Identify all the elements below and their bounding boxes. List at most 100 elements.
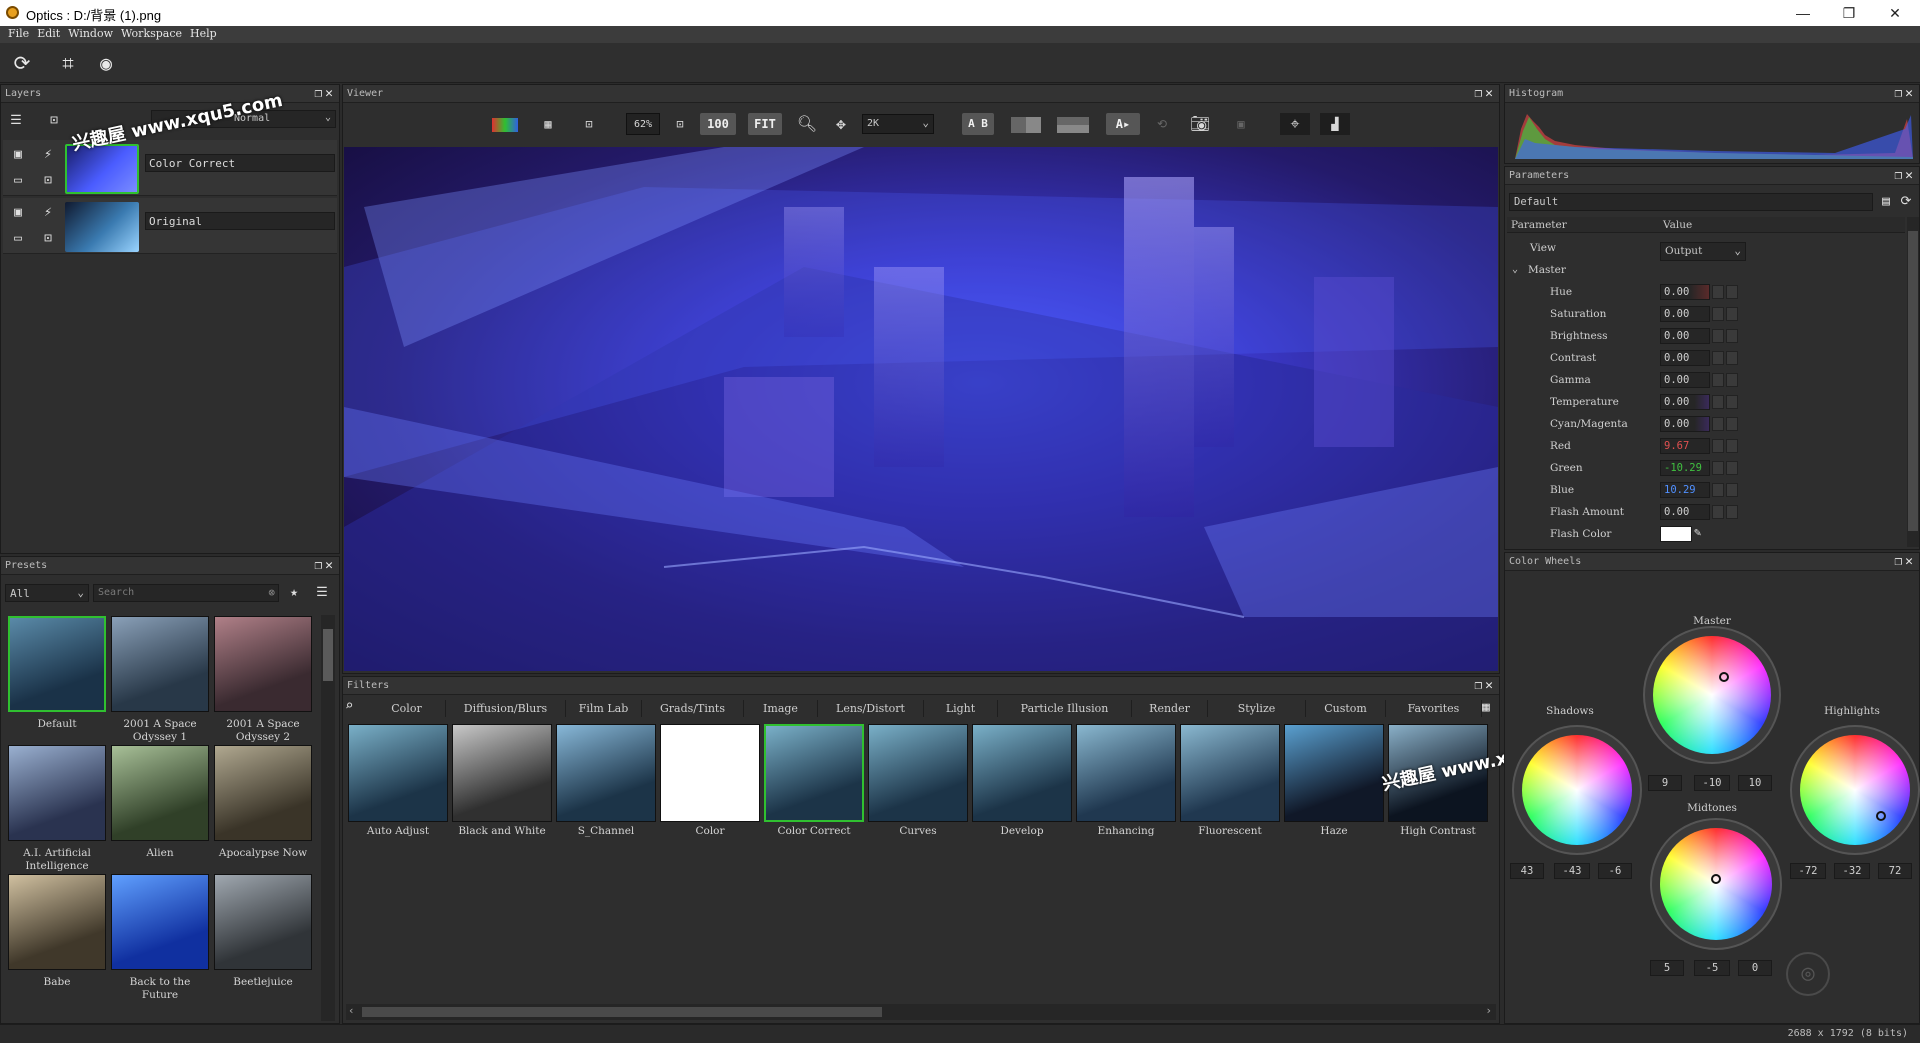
filter-thumb-fluorescent[interactable] [1180,724,1280,822]
chevron-down-icon[interactable]: ⌄ [1512,264,1518,275]
filter-thumb-auto-adjust[interactable] [348,724,448,822]
tab-render[interactable]: Render [1132,700,1208,717]
zoom-field[interactable]: 62% [626,113,660,135]
filter-thumb-s-channel[interactable] [556,724,656,822]
rgb-channels-icon[interactable] [488,113,522,135]
preset-category-select[interactable]: All ⌄ [5,584,89,602]
param-value-field[interactable]: 0.00 [1660,284,1710,300]
tab-stylize[interactable]: Stylize [1208,700,1306,717]
resolution-select[interactable]: 2K ⌄ [862,114,934,134]
split-horizontal-icon[interactable] [1056,113,1090,135]
param-stepper[interactable] [1712,461,1724,475]
shadows-value-b[interactable]: -6 [1598,863,1632,879]
swap-icon[interactable]: ⟲ [1150,113,1174,135]
filter-thumb-haze[interactable] [1284,724,1384,822]
layer-name[interactable]: Original [145,212,335,230]
highlights-value-g[interactable]: -32 [1834,863,1870,879]
presets-scrollbar[interactable] [321,615,335,1021]
param-value-field[interactable]: 0.00 [1660,504,1710,520]
menu-file[interactable]: File [0,26,33,40]
layer-visibility-icon[interactable]: ▣ [9,146,27,164]
flash-color-swatch[interactable] [1660,526,1692,542]
layer-monitor-icon[interactable]: ▭ [9,172,27,190]
param-value-field[interactable]: 0.00 [1660,416,1710,432]
preset-thumb-beetlejuice[interactable] [214,874,312,970]
preset-thumb-babe[interactable] [8,874,106,970]
text-overlay-icon[interactable]: A▸ [1106,113,1140,135]
param-keyframe-toggle[interactable] [1726,373,1738,387]
param-stepper[interactable] [1712,439,1724,453]
compare-snapshot-icon[interactable]: ▣ [1228,113,1254,135]
preset-thumb-ai[interactable] [8,745,106,841]
param-keyframe-toggle[interactable] [1726,285,1738,299]
layer-monitor-icon[interactable]: ▭ [9,230,27,248]
preset-search-input[interactable]: Search ⊗ [93,584,279,602]
param-stepper[interactable] [1712,417,1724,431]
menu-icon[interactable]: ☰ [313,584,331,602]
clear-search-icon[interactable]: ⊗ [268,586,275,599]
preview-eye-icon[interactable]: ◉ [92,49,120,77]
param-keyframe-toggle[interactable] [1726,351,1738,365]
preset-thumb-2001-1[interactable] [111,616,209,712]
menu-window[interactable]: Window [64,26,117,40]
tab-grads-tints[interactable]: Grads/Tints [642,700,744,717]
wheel-handle[interactable] [1876,811,1886,821]
tab-image[interactable]: Image [744,700,818,717]
wheel-handle[interactable] [1711,874,1721,884]
tab-lens-distort[interactable]: Lens/Distort [818,700,924,717]
param-keyframe-toggle[interactable] [1726,395,1738,409]
panel-float-close-icon[interactable]: ❐✕ [314,86,336,101]
param-value-field[interactable]: 10.29 [1660,482,1710,498]
filters-scrollbar[interactable]: ‹ › [346,1004,1496,1020]
crop-icon[interactable]: ⌗ [54,49,82,77]
layers-fit-icon[interactable]: ⊡ [45,112,63,130]
target-reset-icon[interactable]: ◎ [1786,952,1830,996]
menu-edit[interactable]: Edit [33,26,64,40]
filter-thumb-color-correct[interactable] [764,724,864,822]
layer-visibility-icon[interactable]: ▣ [9,204,27,222]
param-keyframe-toggle[interactable] [1726,483,1738,497]
tab-light[interactable]: Light [924,700,998,717]
panel-float-close-icon[interactable]: ❐✕ [1894,554,1916,569]
param-keyframe-toggle[interactable] [1726,307,1738,321]
preset-thumb-apocalypse[interactable] [214,745,312,841]
master-color-wheel[interactable] [1653,636,1771,754]
snapshot-camera-icon[interactable]: 📷︎ [1186,113,1214,135]
layer-mask-icon[interactable]: ⊡ [39,230,57,248]
param-stepper[interactable] [1712,307,1724,321]
menu-help[interactable]: Help [186,26,221,40]
param-stepper[interactable] [1712,395,1724,409]
maximize-button[interactable]: ❐ [1826,2,1872,24]
panel-float-close-icon[interactable]: ❐✕ [314,558,336,573]
param-value-field[interactable]: 0.00 [1660,372,1710,388]
split-vertical-icon[interactable] [1010,113,1042,135]
midtones-value-r[interactable]: 5 [1650,960,1684,976]
reset-icon[interactable]: ⟳ [1897,193,1915,211]
tab-color[interactable]: Color [368,700,446,717]
star-icon[interactable]: ★ [285,584,303,602]
param-keyframe-toggle[interactable] [1726,417,1738,431]
layer-row[interactable]: ▣ ⚡ ▭ ⊡ Color Correct [3,140,337,196]
panel-float-close-icon[interactable]: ❐✕ [1894,86,1916,101]
crosshair-icon[interactable]: ⌖ [1280,113,1310,135]
param-keyframe-toggle[interactable] [1726,439,1738,453]
shadows-color-wheel[interactable] [1522,735,1632,845]
search-icon[interactable]: ⌕ [345,698,353,714]
grid-view-icon[interactable]: ▦ [1482,700,1490,715]
preset-thumb-alien[interactable] [111,745,209,841]
highlights-value-b[interactable]: 72 [1878,863,1912,879]
master-value-g[interactable]: -10 [1694,775,1730,791]
master-value-b[interactable]: 10 [1738,775,1772,791]
param-stepper[interactable] [1712,285,1724,299]
master-value-r[interactable]: 9 [1648,775,1682,791]
view-select[interactable]: Output ⌄ [1660,242,1746,261]
ab-compare-button[interactable]: A B [962,113,994,135]
parameters-scrollbar[interactable] [1907,217,1919,547]
param-value-field[interactable]: -10.29 [1660,460,1710,476]
scroll-right-icon[interactable]: › [1485,1004,1492,1017]
midtones-color-wheel[interactable] [1660,828,1772,940]
filter-thumb-color[interactable] [660,724,760,822]
zoom-stepper-icon[interactable]: ⊡ [672,113,688,135]
preset-thumb-2001-2[interactable] [214,616,312,712]
filter-thumb-curves[interactable] [868,724,968,822]
